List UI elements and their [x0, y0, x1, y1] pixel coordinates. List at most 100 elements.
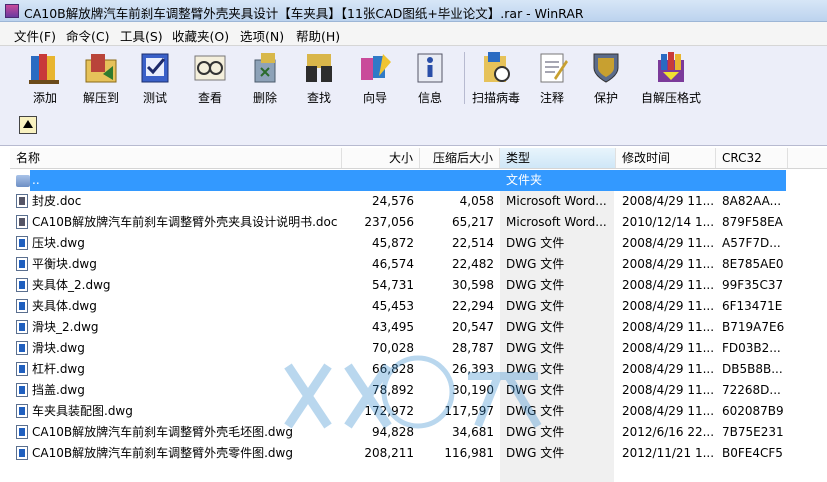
- sfx-button[interactable]: 自解压格式: [636, 48, 706, 106]
- file-row[interactable]: 压块.dwg 45,872 22,514 DWG 文件 2008/4/29 11... A…: [10, 233, 827, 254]
- protect-button[interactable]: 保护: [584, 48, 628, 106]
- file-name: 夹具体_2.dwg: [32, 278, 111, 292]
- sfx-icon: [653, 50, 689, 86]
- file-type: DWG 文件: [506, 362, 565, 376]
- file-row[interactable]: CA10B解放牌汽车前刹车调整臂外壳夹具设计说明书.doc 237,056 65,2…: [10, 212, 827, 233]
- file-size: 54,731: [372, 278, 414, 292]
- file-row[interactable]: CA10B解放牌汽车前刹车调整臂外壳毛坯图.dwg 94,828 34,681 DWG…: [10, 422, 827, 443]
- menu-options[interactable]: 选项(N): [240, 26, 284, 45]
- menu-tools[interactable]: 工具(S): [120, 26, 163, 45]
- file-modified: 2008/4/29 11...: [622, 341, 715, 355]
- file-row[interactable]: 滑块_2.dwg 43,495 20,547 DWG 文件 2008/4/29 11..…: [10, 317, 827, 338]
- column-modified[interactable]: 修改时间: [616, 148, 716, 168]
- sfx-label: 自解压格式: [640, 91, 701, 105]
- delete-label: 删除: [252, 91, 277, 105]
- file-row[interactable]: 滑块.dwg 70,028 28,787 DWG 文件 2008/4/29 11... F…: [10, 338, 827, 359]
- file-row[interactable]: 夹具体.dwg 45,453 22,294 DWG 文件 2008/4/29 11...…: [10, 296, 827, 317]
- dwg-file-icon: [16, 257, 28, 271]
- wizard-label: 向导: [362, 91, 387, 105]
- file-row[interactable]: 杠杆.dwg 66,828 26,393 DWG 文件 2008/4/29 11... D…: [10, 359, 827, 380]
- file-type: DWG 文件: [506, 383, 565, 397]
- file-size: 94,828: [372, 425, 414, 439]
- comment-button[interactable]: 注释: [530, 48, 574, 106]
- add-label: 添加: [32, 91, 57, 105]
- file-crc32: B0FE4CF5: [722, 446, 783, 460]
- file-packed-size: 22,294: [452, 299, 494, 313]
- up-folder-button[interactable]: [19, 116, 37, 134]
- file-modified: 2012/6/16 22...: [622, 425, 715, 439]
- file-packed-size: 26,393: [452, 362, 494, 376]
- extract-to-button[interactable]: 解压到: [74, 48, 128, 106]
- file-size: 45,872: [372, 236, 414, 250]
- dwg-file-icon: [16, 341, 28, 355]
- file-row[interactable]: 挡盖.dwg 78,892 30,190 DWG 文件 2008/4/29 11... 7…: [10, 380, 827, 401]
- file-type: DWG 文件: [506, 425, 565, 439]
- file-list-header: 名称 大小 压缩后大小 类型 修改时间 CRC32: [10, 148, 827, 169]
- wizard-icon: [357, 50, 393, 86]
- file-packed-size: 22,482: [452, 257, 494, 271]
- file-size: 70,028: [372, 341, 414, 355]
- file-packed-size: 30,598: [452, 278, 494, 292]
- file-crc32: 879F58EA: [722, 215, 783, 229]
- column-crc32[interactable]: CRC32: [716, 148, 788, 168]
- file-name: CA10B解放牌汽车前刹车调整臂外壳毛坯图.dwg: [32, 425, 293, 439]
- toolbar: 添加 解压到 测试 查看 删除 查找 向导 信息 扫描病毒 注释 保护 自解压格…: [0, 46, 827, 110]
- file-crc32: 8A82AA...: [722, 194, 782, 208]
- file-row[interactable]: CA10B解放牌汽车前刹车调整臂外壳零件图.dwg 208,211 116,981 D…: [10, 443, 827, 464]
- scan-virus-label: 扫描病毒: [471, 91, 520, 105]
- protect-label: 保护: [593, 91, 618, 105]
- column-name[interactable]: 名称: [10, 148, 342, 168]
- file-name: 滑块_2.dwg: [32, 320, 99, 334]
- file-size: 45,453: [372, 299, 414, 313]
- file-size: 172,972: [364, 404, 414, 418]
- test-button[interactable]: 测试: [130, 48, 180, 106]
- file-modified: 2008/4/29 11...: [622, 257, 715, 271]
- wizard-button[interactable]: 向导: [350, 48, 400, 106]
- find-label: 查找: [306, 91, 331, 105]
- file-modified: 2008/4/29 11...: [622, 404, 715, 418]
- file-row[interactable]: 车夹具装配图.dwg 172,972 117,597 DWG 文件 2008/4/29 …: [10, 401, 827, 422]
- file-row[interactable]: .. 文件夹: [10, 170, 827, 191]
- dwg-file-icon: [16, 299, 28, 313]
- menu-bar: 文件(F) 命令(C) 工具(S) 收藏夹(O) 选项(N) 帮助(H): [0, 22, 827, 46]
- column-packed[interactable]: 压缩后大小: [420, 148, 500, 168]
- file-row[interactable]: 平衡块.dwg 46,574 22,482 DWG 文件 2008/4/29 11...…: [10, 254, 827, 275]
- file-name: CA10B解放牌汽车前刹车调整臂外壳夹具设计说明书.doc: [32, 215, 338, 229]
- file-type: DWG 文件: [506, 404, 565, 418]
- file-type: DWG 文件: [506, 278, 565, 292]
- view-button[interactable]: 查看: [185, 48, 235, 106]
- winrar-app-icon[interactable]: [5, 4, 19, 18]
- scan-virus-button[interactable]: 扫描病毒: [468, 48, 524, 106]
- find-button[interactable]: 查找: [294, 48, 344, 106]
- menu-help[interactable]: 帮助(H): [296, 26, 340, 45]
- column-type[interactable]: 类型: [500, 148, 616, 168]
- file-row[interactable]: 封皮.doc 24,576 4,058 Microsoft Word... 2008/4…: [10, 191, 827, 212]
- file-size: [342, 170, 414, 191]
- dwg-file-icon: [16, 278, 28, 292]
- file-crc32: [722, 170, 796, 191]
- column-size[interactable]: 大小: [342, 148, 420, 168]
- file-row[interactable]: 夹具体_2.dwg 54,731 30,598 DWG 文件 2008/4/29 11.…: [10, 275, 827, 296]
- add-button[interactable]: 添加: [18, 48, 72, 106]
- info-button[interactable]: 信息: [405, 48, 455, 106]
- toolbar-separator: [464, 52, 465, 104]
- file-name: ..: [32, 173, 40, 187]
- window-title: CA10B解放牌汽车前刹车调整臂外壳夹具设计【车夹具】【11张CAD图纸+毕业论…: [24, 6, 584, 21]
- protect-shield-icon: [588, 50, 624, 86]
- dwg-file-icon: [16, 383, 28, 397]
- file-modified: 2010/12/14 1...: [622, 215, 715, 229]
- file-type: DWG 文件: [506, 320, 565, 334]
- file-modified: 2008/4/29 11...: [622, 362, 715, 376]
- file-type: DWG 文件: [506, 236, 565, 250]
- file-crc32: 7B75E231: [722, 425, 784, 439]
- find-binoculars-icon: [301, 50, 337, 86]
- file-type: DWG 文件: [506, 446, 565, 460]
- parent-folder-icon: [16, 175, 30, 187]
- menu-favorites[interactable]: 收藏夹(O): [172, 26, 229, 45]
- test-check-icon: [137, 50, 173, 86]
- delete-recycle-icon: [247, 50, 283, 86]
- menu-commands[interactable]: 命令(C): [66, 26, 109, 45]
- books-add-icon: [27, 50, 63, 86]
- menu-file[interactable]: 文件(F): [14, 26, 56, 45]
- delete-button[interactable]: 删除: [240, 48, 290, 106]
